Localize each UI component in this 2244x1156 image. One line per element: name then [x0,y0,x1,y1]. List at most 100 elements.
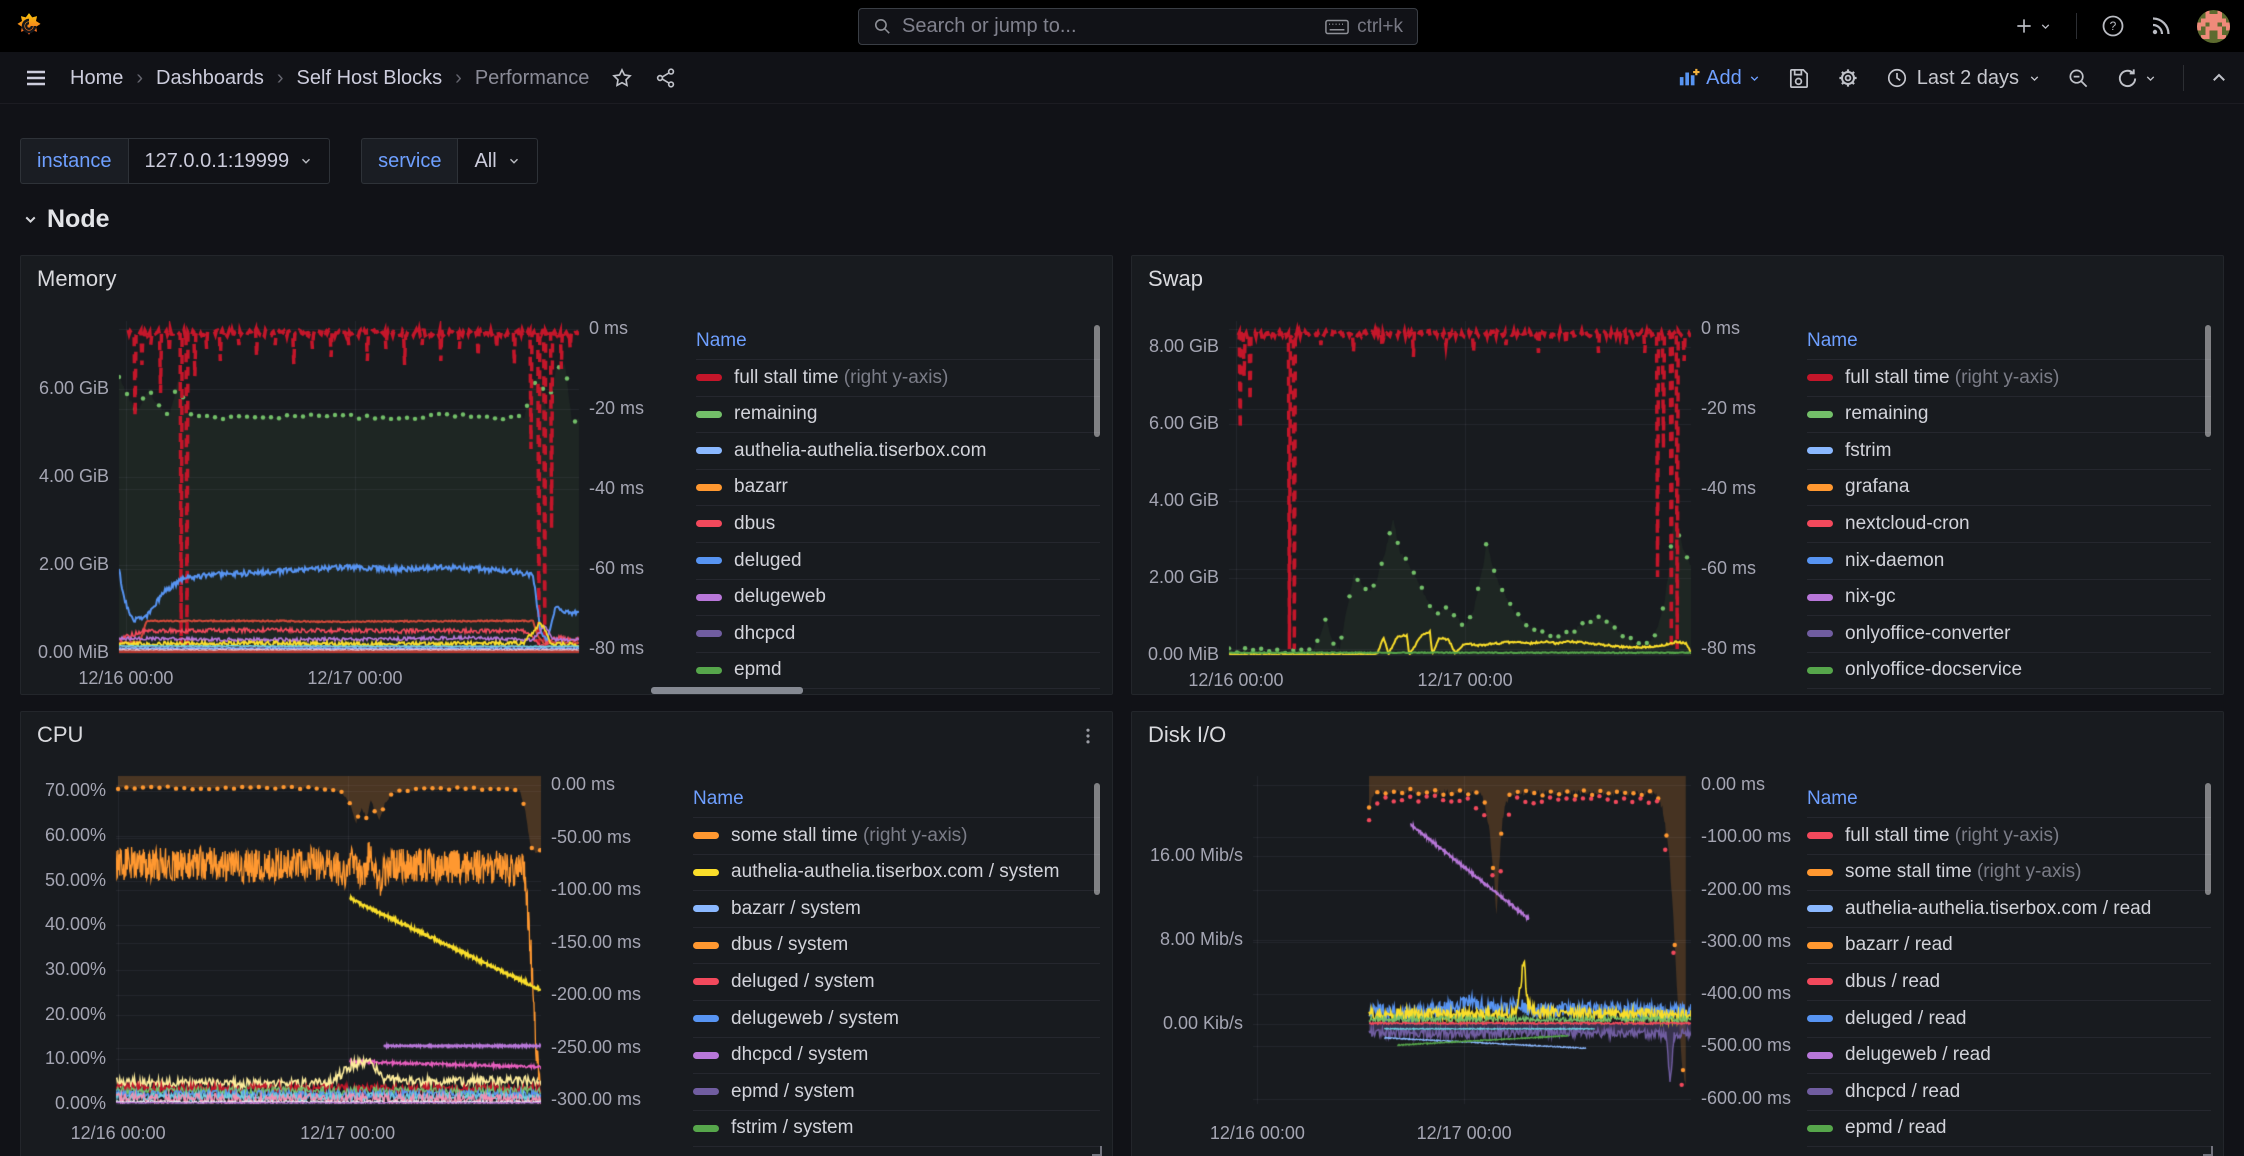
legend-item[interactable]: onlyoffice-docservice [1807,652,2211,689]
variable-value-instance[interactable]: 127.0.0.1:19999 [128,138,331,184]
legend-item[interactable]: deluged [696,543,1100,580]
legend-item[interactable]: delugeweb [696,579,1100,616]
legend-item[interactable]: some stall time (right y-axis) [693,818,1100,855]
time-range-picker[interactable]: Last 2 days [1886,67,2041,90]
legend-item[interactable]: remaining [1807,396,2211,433]
variable-value-service[interactable]: All [457,138,537,184]
panel-resize-handle[interactable] [1092,1146,1102,1156]
share-icon[interactable] [655,67,677,89]
legend-item[interactable]: authelia-authelia.tiserbox.com / system [693,854,1100,891]
x-axis-tick: 12/16 00:00 [38,1123,198,1144]
chevron-down-icon [299,154,313,168]
breadcrumb-folder[interactable]: Self Host Blocks [297,67,443,90]
row-node-toggle[interactable]: Node [22,205,110,234]
legend-item[interactable]: nix-daemon [1807,543,2211,580]
legend-item[interactable]: onlyoffice-converter [1807,616,2211,653]
legend-item-partial[interactable]: grafana / system [693,1147,1100,1156]
panel-title[interactable]: Disk I/O [1148,722,1226,748]
legend-item-partial[interactable]: postgresql [1807,689,2211,695]
legend-scrollbar[interactable] [1094,783,1100,895]
legend-item[interactable]: dhcpcd / read [1807,1074,2211,1111]
legend-swatch [1807,1125,1833,1132]
clock-icon [1886,67,1908,89]
legend-item[interactable]: authelia-authelia.tiserbox.com [696,433,1100,470]
dashboard-toolbar: Home › Dashboards › Self Host Blocks › P… [0,52,2244,104]
legend-scrollbar[interactable] [2205,783,2211,895]
legend-item[interactable]: epmd / read [1807,1110,2211,1147]
legend-horizontal-scrollbar[interactable] [651,687,803,694]
legend-item[interactable]: nextcloud-cron [1807,506,2211,543]
panel-resize-handle[interactable] [2203,1146,2213,1156]
menu-icon[interactable] [24,66,48,90]
search-input[interactable]: Search or jump to... ctrl+k [858,8,1418,45]
legend-item[interactable]: epmd / system [693,1074,1100,1111]
star-icon[interactable] [611,67,633,89]
grafana-logo-icon[interactable] [15,12,43,40]
legend-header-name[interactable]: Name [696,323,1100,360]
legend-item[interactable]: epmd [696,652,1100,689]
breadcrumb-dashboards[interactable]: Dashboards [156,67,264,90]
legend-header-name[interactable]: Name [693,781,1100,818]
y-axis-tick-right: -20 ms [589,398,644,419]
panel-title[interactable]: CPU [37,722,83,748]
add-button[interactable]: Add [1678,67,1761,90]
top-nav: Search or jump to... ctrl+k ? [0,0,2244,52]
legend-item[interactable]: fstrim / system [693,1110,1100,1147]
legend-swatch [1807,447,1833,454]
legend-item[interactable]: delugeweb / system [693,1001,1100,1038]
user-avatar[interactable] [2197,10,2230,43]
breadcrumb-home[interactable]: Home [70,67,123,90]
y-axis-tick-right: -200.00 ms [551,984,641,1005]
legend-item-partial[interactable]: fstrim / read [1807,1147,2211,1156]
legend-item[interactable]: remaining [696,396,1100,433]
legend-scrollbar[interactable] [1094,325,1100,437]
panel-menu-icon[interactable] [1078,726,1098,746]
panel-title[interactable]: Memory [37,266,116,292]
legend-swatch [696,630,722,637]
legend-item[interactable]: full stall time (right y-axis) [696,360,1100,397]
legend-swatch [693,905,719,912]
legend-item[interactable]: nix-gc [1807,579,2211,616]
legend-item[interactable]: full stall time (right y-axis) [1807,360,2211,397]
legend-swatch [1807,905,1833,912]
legend-swatch [1807,978,1833,985]
collapse-up-icon[interactable] [2210,69,2228,87]
refresh-button[interactable] [2116,67,2157,90]
legend-scrollbar[interactable] [2205,325,2211,437]
legend-item[interactable]: dbus / read [1807,964,2211,1001]
panel-disk-io: Disk I/O 16.00 Mib/s8.00 Mib/s0.00 Kib/s… [1131,711,2224,1156]
legend-item[interactable]: bazarr [696,469,1100,506]
variable-label-service: service [361,138,457,184]
legend-item[interactable]: dbus [696,506,1100,543]
refresh-icon [2116,67,2139,90]
legend-item[interactable]: bazarr / system [693,891,1100,928]
zoom-out-icon[interactable] [2067,67,2090,90]
legend-item[interactable]: bazarr / read [1807,927,2211,964]
legend-header-name[interactable]: Name [1807,323,2211,360]
new-button[interactable] [2014,16,2052,36]
legend-item[interactable]: authelia-authelia.tiserbox.com / read [1807,891,2211,928]
legend-item[interactable]: some stall time (right y-axis) [1807,854,2211,891]
y-axis-tick-right: -20 ms [1701,398,1756,419]
y-axis-tick-left: 6.00 GiB [21,378,109,399]
y-axis-tick-left: 20.00% [21,1004,106,1025]
legend-item[interactable]: deluged / read [1807,1001,2211,1038]
legend-item[interactable]: deluged / system [693,964,1100,1001]
panel-title[interactable]: Swap [1148,266,1203,292]
settings-gear-icon[interactable] [1836,66,1860,90]
help-button[interactable]: ? [2101,14,2125,38]
chevron-down-icon [507,154,521,168]
y-axis-tick-right: -300.00 ms [1701,931,1791,952]
legend-item[interactable]: dhcpcd [696,616,1100,653]
legend-item[interactable]: dhcpcd / system [693,1037,1100,1074]
legend-item[interactable]: dbus / system [693,927,1100,964]
legend-item[interactable]: fstrim [1807,433,2211,470]
legend-item[interactable]: delugeweb / read [1807,1037,2211,1074]
news-button[interactable] [2149,14,2173,38]
save-icon[interactable] [1787,67,1810,90]
legend-item[interactable]: grafana [1807,469,2211,506]
y-axis-tick-right: -500.00 ms [1701,1035,1791,1056]
legend-header-name[interactable]: Name [1807,781,2211,818]
y-axis-tick-left: 4.00 GiB [21,466,109,487]
legend-item[interactable]: full stall time (right y-axis) [1807,818,2211,855]
